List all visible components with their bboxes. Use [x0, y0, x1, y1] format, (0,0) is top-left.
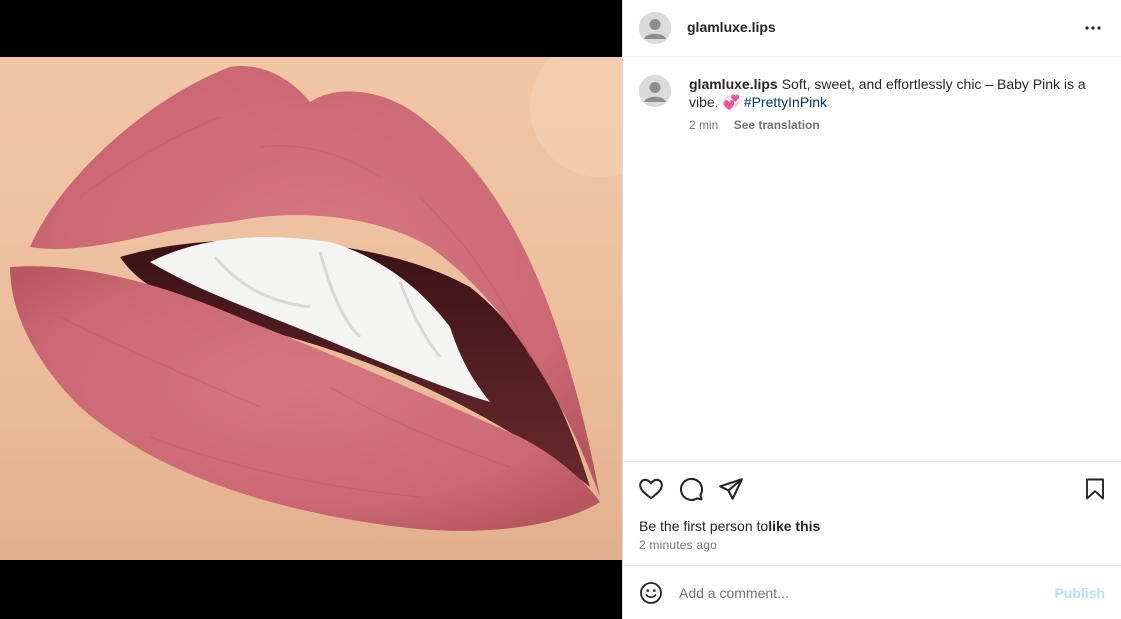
avatar[interactable]: [639, 12, 671, 44]
more-options-icon: [1085, 26, 1101, 30]
post-photo[interactable]: [0, 57, 622, 560]
likes-prefix: Be the first person to: [639, 518, 769, 534]
post-side-panel: glamluxe.lips glamluxe.lips Soft, sweet, …: [622, 0, 1121, 619]
see-translation-link[interactable]: See translation: [734, 118, 820, 132]
comment-icon: [680, 477, 704, 501]
emoji-picker-button[interactable]: [638, 580, 664, 606]
instagram-post: glamluxe.lips glamluxe.lips Soft, sweet, …: [0, 0, 1121, 619]
post-timestamp: 2 minutes ago: [639, 538, 717, 552]
share-button[interactable]: [717, 475, 745, 503]
post-media: [0, 0, 622, 619]
more-options-button[interactable]: [1081, 16, 1105, 40]
share-icon: [719, 478, 743, 500]
caption-username[interactable]: glamluxe.lips: [689, 76, 778, 92]
caption-avatar[interactable]: [639, 75, 671, 107]
smiley-icon: [640, 582, 662, 604]
like-button[interactable]: [637, 475, 665, 503]
caption-area: glamluxe.lips Soft, sweet, and effortless…: [623, 57, 1121, 462]
lips-photo: [10, 57, 622, 531]
heart-icon: [639, 478, 663, 500]
caption-meta: 2 min See translation: [689, 118, 820, 132]
default-avatar-icon: [639, 75, 671, 107]
post-author-username[interactable]: glamluxe.lips: [687, 19, 776, 35]
post-actions: Be the first person tolike this 2 minute…: [623, 462, 1121, 566]
caption-emoji: 💞: [722, 94, 740, 110]
like-this-link[interactable]: like this: [768, 518, 820, 534]
caption-time: 2 min: [689, 118, 719, 132]
bookmark-icon: [1086, 478, 1104, 500]
comment-button[interactable]: [677, 475, 705, 503]
likes-summary: Be the first person tolike this: [639, 518, 820, 534]
caption-hashtag[interactable]: #PrettyInPink: [744, 94, 827, 110]
default-avatar-icon: [639, 12, 671, 44]
publish-button[interactable]: Publish: [1054, 585, 1105, 601]
post-header: glamluxe.lips: [623, 0, 1121, 57]
caption-text: glamluxe.lips Soft, sweet, and effortless…: [689, 75, 1099, 111]
comment-bar: Publish: [623, 566, 1121, 619]
save-button[interactable]: [1081, 475, 1109, 503]
comment-input[interactable]: [679, 581, 1049, 605]
